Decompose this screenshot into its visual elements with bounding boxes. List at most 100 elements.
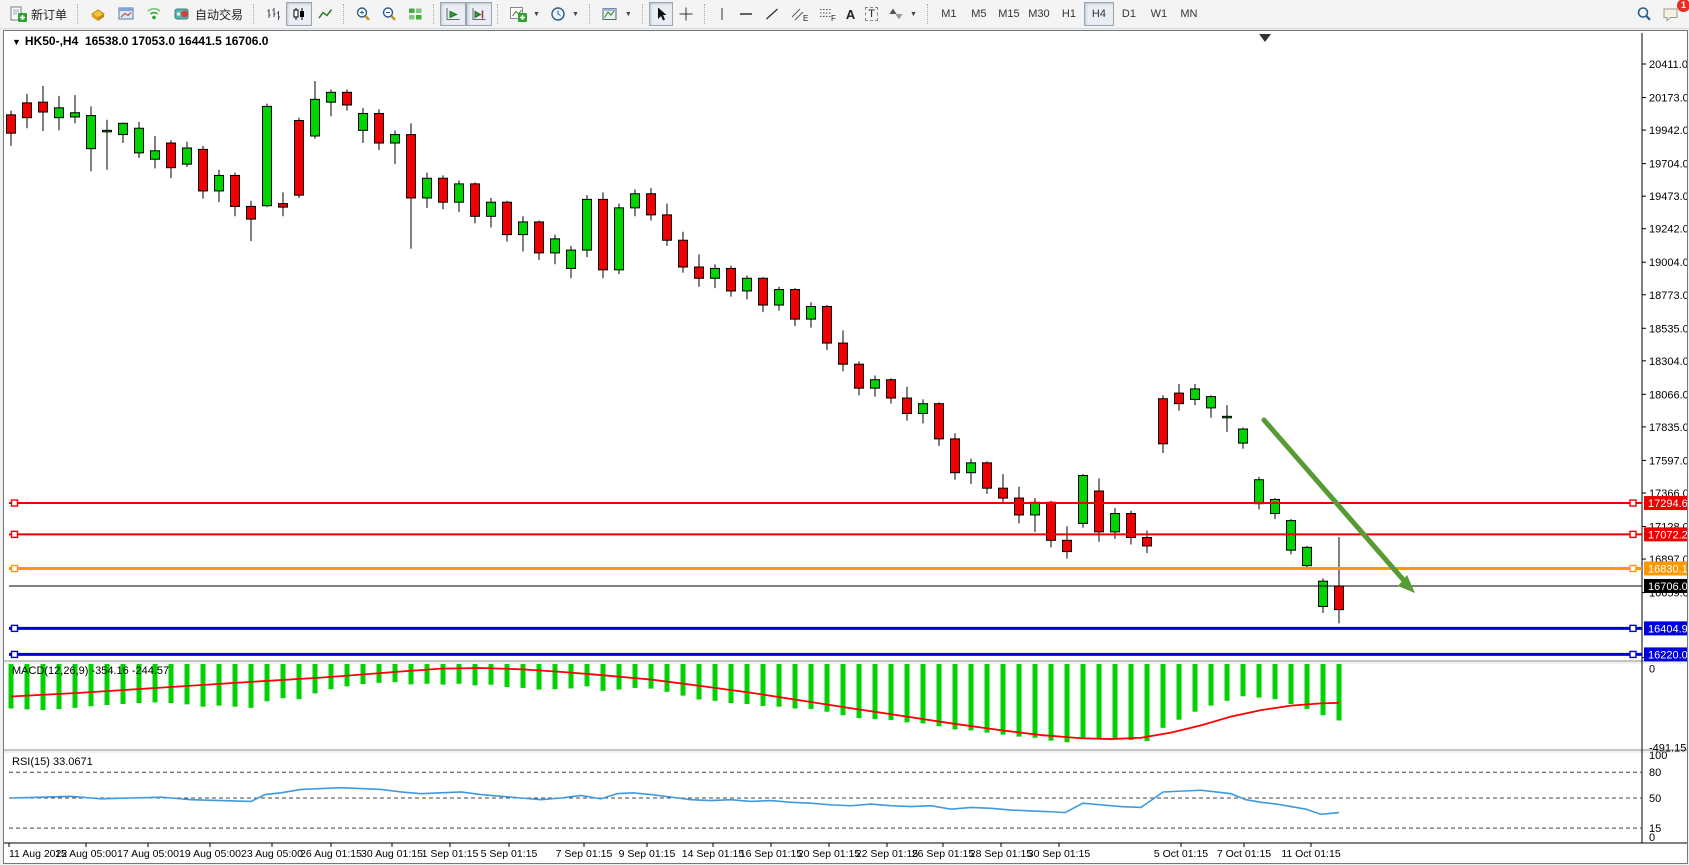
candle-up <box>775 290 784 305</box>
zoom-out-button[interactable] <box>376 2 402 26</box>
timeframe-m1[interactable]: M1 <box>934 2 964 26</box>
line-handle[interactable] <box>1630 651 1636 657</box>
timeframe-mn[interactable]: MN <box>1174 2 1204 26</box>
candle-down <box>1335 586 1344 610</box>
chart-symbol-period: HK50-,H4 <box>25 34 78 48</box>
equidistant-channel-button[interactable]: E <box>785 2 813 26</box>
indicators-button[interactable]: ▼ <box>504 2 545 26</box>
time-tick-label: 5 Sep 01:15 <box>481 848 538 860</box>
candle-up <box>119 123 128 134</box>
toolbar-separator <box>77 4 79 24</box>
crosshair-button[interactable] <box>673 2 699 26</box>
line-handle[interactable] <box>12 625 18 631</box>
signals-icon <box>145 6 163 22</box>
candle-down <box>295 120 304 195</box>
new-order-button[interactable]: 新订单 <box>4 2 72 26</box>
candle-down <box>823 306 832 343</box>
timeframe-m15[interactable]: M15 <box>994 2 1024 26</box>
horizontal-line-button[interactable] <box>733 2 759 26</box>
text-button[interactable]: A <box>841 2 860 26</box>
line-handle[interactable] <box>12 500 18 506</box>
candle-up <box>967 463 976 473</box>
notifications-button[interactable]: 1 <box>1657 2 1685 26</box>
zoom-in-button[interactable] <box>350 2 376 26</box>
market-icon <box>89 6 107 22</box>
candle-down <box>663 215 672 240</box>
templates-dropdown-caret[interactable]: ▼ <box>625 11 632 18</box>
price-level-plate-label: 17072.2 <box>1648 529 1688 541</box>
line-chart-button[interactable] <box>312 2 338 26</box>
price-level-plate-label: 16220.0 <box>1648 649 1688 661</box>
toolbar-separator <box>253 4 255 24</box>
timeframe-m30[interactable]: M30 <box>1024 2 1054 26</box>
toolbar-separator <box>704 4 706 24</box>
candle-down <box>935 404 944 439</box>
vertical-line-button[interactable] <box>711 2 733 26</box>
bar-chart-button[interactable] <box>260 2 286 26</box>
cursor-button[interactable] <box>649 2 673 26</box>
fibonacci-button[interactable]: F <box>813 2 841 26</box>
chart-window-button[interactable] <box>112 2 140 26</box>
time-tick-label: 7 Sep 01:15 <box>556 848 613 860</box>
time-tick-label: 30 Aug 01:15 <box>361 848 423 860</box>
candle-up <box>55 108 64 118</box>
candle-down <box>39 102 48 112</box>
line-handle[interactable] <box>1630 531 1636 537</box>
timeframe-d1[interactable]: D1 <box>1114 2 1144 26</box>
market-button[interactable] <box>84 2 112 26</box>
chart-canvas[interactable]: 20411.020173.019942.019704.019473.019242… <box>3 30 1688 864</box>
signals-button[interactable] <box>140 2 168 26</box>
periods-dropdown-caret[interactable]: ▼ <box>572 11 579 18</box>
trendline-button[interactable] <box>759 2 785 26</box>
chart-shift-button[interactable] <box>466 2 492 26</box>
arrows-dropdown-caret[interactable]: ▼ <box>910 11 917 18</box>
autotrading-button[interactable]: 自动交易 <box>168 2 248 26</box>
candle-down <box>535 222 544 253</box>
line-handle[interactable] <box>1630 565 1636 571</box>
templates-button[interactable]: ▼ <box>596 2 637 26</box>
autotrading-label: 自动交易 <box>195 6 243 23</box>
notification-badge: 1 <box>1677 0 1689 12</box>
line-handle[interactable] <box>12 651 18 657</box>
rsi-axis-label: 50 <box>1649 793 1661 805</box>
text-label-button[interactable]: T <box>860 2 883 26</box>
timeframe-h1[interactable]: H1 <box>1054 2 1084 26</box>
time-tick-label: 9 Sep 01:15 <box>619 848 676 860</box>
trendline-icon <box>764 6 780 22</box>
candle-down <box>855 364 864 388</box>
tile-windows-button[interactable] <box>402 2 428 26</box>
price-tick-label: 19242.0 <box>1649 224 1688 236</box>
timeframe-w1[interactable]: W1 <box>1144 2 1174 26</box>
candle-down <box>1175 393 1184 404</box>
candle-up <box>743 278 752 291</box>
autotrading-icon <box>173 6 191 22</box>
candle-down <box>999 488 1008 498</box>
time-tick-label: 23 Aug 05:00 <box>241 848 303 860</box>
candlestick-chart-button[interactable] <box>286 2 312 26</box>
collapse-caret-icon[interactable]: ▼ <box>12 37 21 47</box>
timeframe-m5[interactable]: M5 <box>964 2 994 26</box>
toolbar-separator <box>642 4 644 24</box>
candle-down <box>695 267 704 278</box>
indicators-dropdown-caret[interactable]: ▼ <box>533 11 540 18</box>
candle-down <box>903 398 912 413</box>
search-button[interactable] <box>1631 2 1657 26</box>
time-tick-label: 17 Aug 05:00 <box>117 848 179 860</box>
candle-down <box>791 290 800 320</box>
candle-down <box>375 113 384 143</box>
time-tick-label: 19 Aug 05:00 <box>179 848 241 860</box>
arrows-button[interactable]: ▼ <box>883 2 922 26</box>
candle-up <box>391 135 400 143</box>
candle-up <box>1239 429 1248 443</box>
line-handle[interactable] <box>1630 625 1636 631</box>
line-handle[interactable] <box>12 531 18 537</box>
candle-down <box>599 199 608 269</box>
periods-button[interactable]: ▼ <box>545 2 584 26</box>
auto-scroll-button[interactable] <box>440 2 466 26</box>
line-handle[interactable] <box>1630 500 1636 506</box>
line-handle[interactable] <box>12 565 18 571</box>
toolbar-separator <box>497 4 499 24</box>
timeframe-h4[interactable]: H4 <box>1084 2 1114 26</box>
candle-up <box>215 175 224 190</box>
rsi-axis-label: 80 <box>1649 767 1661 779</box>
